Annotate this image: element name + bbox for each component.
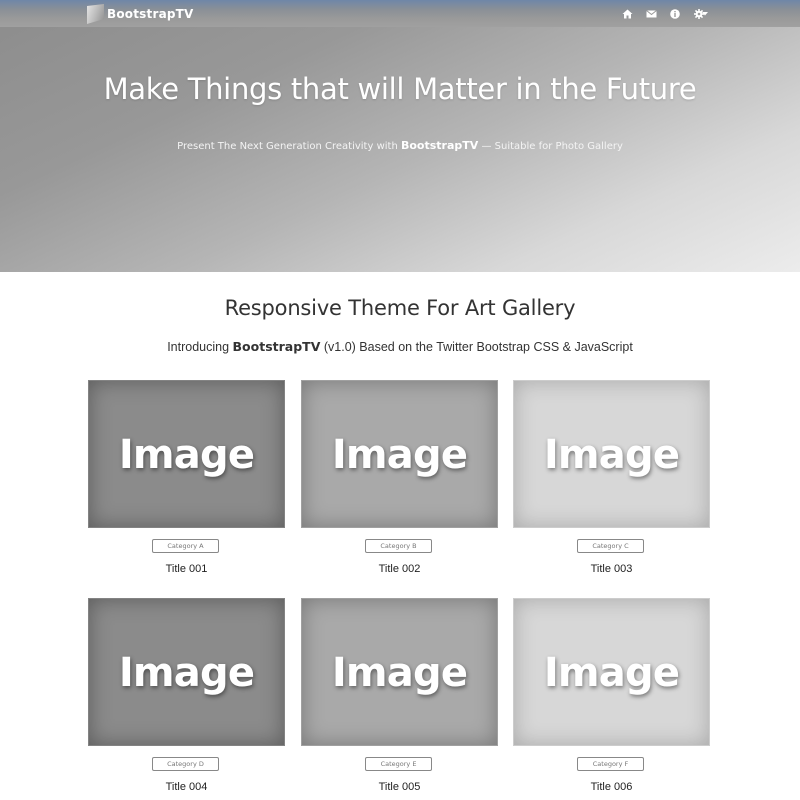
gear-dropdown-toggle[interactable] [692, 7, 710, 21]
category-badge[interactable]: Category F [577, 757, 644, 771]
card-title[interactable]: Title 003 [513, 563, 710, 575]
gallery-card[interactable]: Image Category E Title 005 [301, 598, 498, 793]
section-title: Responsive Theme For Art Gallery [224, 296, 576, 320]
image-placeholder-label: Image [331, 650, 468, 696]
gallery-image[interactable]: Image [513, 380, 710, 528]
gallery-card[interactable]: Image Category D Title 004 [88, 598, 285, 793]
image-placeholder-label: Image [331, 432, 468, 478]
section-subtitle-after: (v1.0) Based on the Twitter Bootstrap CS… [323, 340, 633, 354]
home-icon[interactable] [620, 7, 634, 21]
card-title[interactable]: Title 004 [88, 781, 285, 793]
nav-icon-group [620, 6, 720, 22]
gallery-card[interactable]: Image Category A Title 001 [88, 380, 285, 575]
image-placeholder-label: Image [543, 650, 680, 696]
gallery-image[interactable]: Image [513, 598, 710, 746]
section-subtitle: Introducing BootstrapTV (v1.0) Based on … [0, 339, 800, 354]
gallery-image[interactable]: Image [301, 598, 498, 746]
info-icon[interactable] [668, 7, 682, 21]
category-badge[interactable]: Category D [152, 757, 219, 771]
category-badge[interactable]: Category B [365, 539, 432, 553]
section-subtitle-before: Introducing [167, 340, 230, 354]
card-title[interactable]: Title 002 [301, 563, 498, 575]
category-badge[interactable]: Category C [577, 539, 644, 553]
page: BootstrapTV Make Things that will Matter… [0, 0, 800, 800]
gallery-image[interactable]: Image [301, 380, 498, 528]
card-title[interactable]: Title 005 [301, 781, 498, 793]
category-badge[interactable]: Category A [152, 539, 219, 553]
brand-logo-icon [87, 4, 104, 24]
category-badge[interactable]: Category E [365, 757, 432, 771]
card-title[interactable]: Title 006 [513, 781, 710, 793]
image-placeholder-label: Image [118, 650, 255, 696]
hero-subtitle-brand: BootstrapTV [400, 139, 479, 152]
envelope-icon[interactable] [644, 7, 658, 21]
brand-name: BootstrapTV [107, 7, 194, 21]
gallery-card[interactable]: Image Category C Title 003 [513, 380, 710, 575]
image-placeholder-label: Image [543, 432, 680, 478]
gallery-card[interactable]: Image Category F Title 006 [513, 598, 710, 793]
image-placeholder-label: Image [118, 432, 255, 478]
caret-down-icon [702, 12, 708, 16]
gallery-image[interactable]: Image [88, 598, 285, 746]
hero-title: Make Things that will Matter in the Futu… [103, 72, 697, 106]
navbar: BootstrapTV [0, 0, 800, 27]
gallery-card[interactable]: Image Category B Title 002 [301, 380, 498, 575]
hero-banner: BootstrapTV Make Things that will Matter… [0, 0, 800, 272]
section-subtitle-brand: BootstrapTV [232, 339, 321, 354]
card-title[interactable]: Title 001 [88, 563, 285, 575]
hero-subtitle: Present The Next Generation Creativity w… [0, 139, 800, 152]
hero-subtitle-after: — Suitable for Photo Gallery [481, 141, 623, 152]
brand-link[interactable]: BootstrapTV [87, 4, 194, 24]
hero-subtitle-before: Present The Next Generation Creativity w… [177, 141, 398, 152]
gallery-image[interactable]: Image [88, 380, 285, 528]
